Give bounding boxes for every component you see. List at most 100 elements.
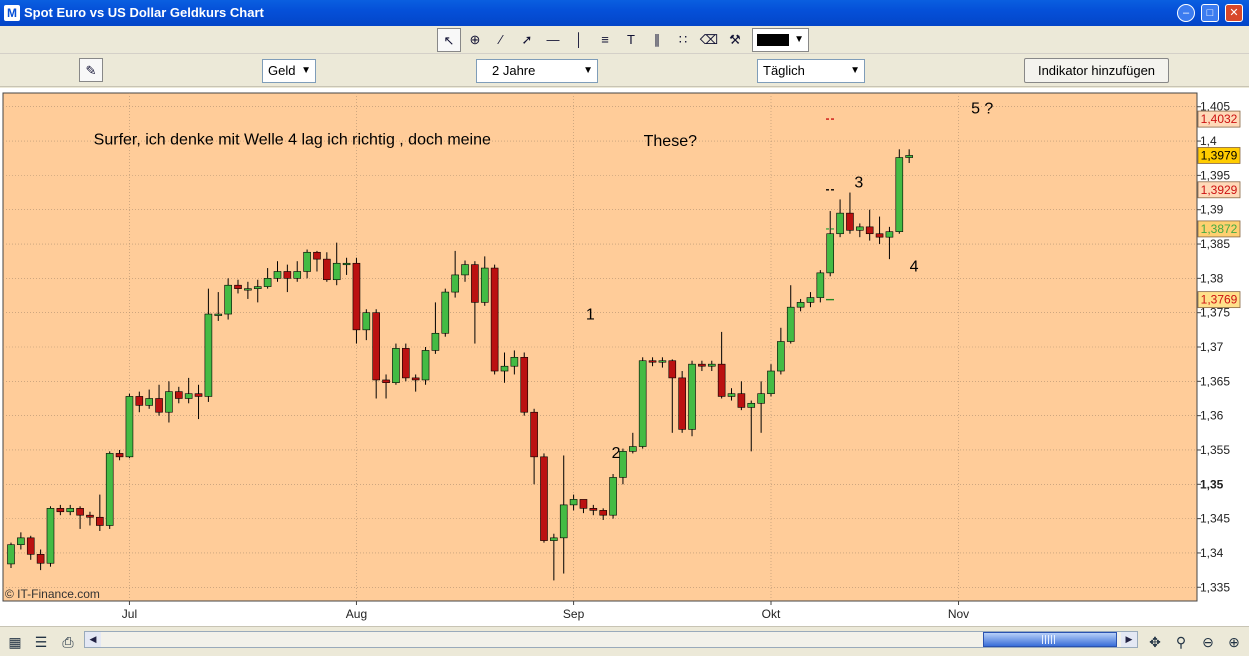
y-tick-label: 1,365: [1200, 374, 1230, 388]
candle-body: [767, 370, 775, 394]
candle-body: [323, 258, 331, 281]
x-tick-label: Okt: [762, 607, 781, 621]
candle-body: [619, 451, 627, 478]
tools-icon[interactable]: ⚒: [723, 28, 747, 52]
chart-controls-bar: ✎ Geld ▼ 2 Jahre ▼ Täglich ▼ Indikator h…: [0, 55, 1249, 87]
candle-body: [865, 226, 874, 235]
line-color-picker[interactable]: ▼: [752, 28, 809, 52]
candle-body: [411, 377, 420, 381]
candle-body: [569, 499, 578, 506]
zoom-in-icon[interactable]: ⊕: [1223, 631, 1245, 653]
window-title: Spot Euro vs US Dollar Geldkurs Chart: [24, 5, 264, 20]
watermark: © IT-Finance.com: [5, 587, 100, 601]
app-logo-icon: M: [4, 5, 20, 21]
interval-select[interactable]: Täglich ▼: [757, 59, 865, 83]
y-tick-label: 1,395: [1200, 168, 1230, 182]
scroll-right-icon[interactable]: ▶: [1121, 632, 1137, 647]
y-tick-label: 1,355: [1200, 443, 1230, 457]
candle-body: [579, 499, 588, 509]
line-icon[interactable]: ∕: [489, 28, 513, 52]
candle-body: [382, 379, 390, 383]
candle-body: [105, 453, 114, 526]
candle-body: [727, 393, 736, 397]
horizontal-line-icon[interactable]: —: [541, 28, 565, 52]
candle-body: [559, 504, 568, 539]
text-icon[interactable]: T: [619, 28, 643, 52]
parallel-lines-icon[interactable]: ∥: [645, 28, 669, 52]
maximize-icon[interactable]: □: [1201, 4, 1219, 22]
candle-body: [76, 508, 84, 516]
candle-body: [905, 155, 913, 158]
candle-body: [856, 226, 864, 231]
candle-body: [895, 157, 904, 232]
points-icon[interactable]: ∷: [671, 28, 695, 52]
candle-body: [36, 554, 45, 564]
candle-body: [372, 312, 380, 381]
candle-body: [836, 212, 844, 235]
vertical-line-icon[interactable]: │: [567, 28, 591, 52]
scroll-left-icon[interactable]: ◀: [85, 632, 101, 647]
drawing-toolbar: ↖ ⊕ ∕ ➚ — │ ≡ T ∥ ∷ ⌫ ⚒ ▼: [0, 26, 1249, 54]
pan-icon[interactable]: ✥: [1144, 631, 1166, 653]
candle-body: [589, 508, 598, 511]
candle-body: [490, 267, 499, 372]
candle-body: [86, 514, 94, 518]
chart-annotation: 4: [910, 258, 919, 275]
price-level-label: 1,3979: [1201, 148, 1238, 162]
candle-body: [96, 516, 104, 526]
minimize-icon[interactable]: –: [1177, 4, 1195, 22]
candle-body: [629, 446, 637, 452]
zoom-box-icon[interactable]: ⚲: [1170, 631, 1192, 653]
candle-body: [698, 363, 706, 367]
period-select[interactable]: 2 Jahre ▼: [476, 59, 598, 83]
candle-body: [214, 313, 223, 316]
chevron-down-icon: ▼: [850, 65, 860, 76]
candle-body: [46, 508, 55, 564]
candle-body: [273, 271, 282, 279]
candle-body: [510, 356, 519, 367]
y-tick-label: 1,345: [1200, 512, 1230, 526]
chart-type-icon[interactable]: ☰: [30, 631, 52, 653]
candle-body: [7, 544, 15, 565]
y-tick-label: 1,34: [1200, 546, 1224, 560]
candle-body: [263, 278, 272, 287]
candle-body: [658, 360, 667, 363]
candle-body: [885, 231, 894, 238]
fibonacci-icon[interactable]: ≡: [593, 28, 617, 52]
candle-body: [520, 356, 529, 413]
print-icon[interactable]: ⎙: [57, 631, 79, 653]
y-tick-label: 1,36: [1200, 409, 1224, 423]
candle-body: [451, 274, 459, 293]
y-tick-label: 1,4: [1200, 134, 1217, 148]
candle-body: [392, 348, 400, 383]
pointer-icon[interactable]: ↖: [437, 28, 461, 52]
time-scrollbar[interactable]: ◀ ▶: [84, 631, 1138, 648]
zoom-crosshair-icon[interactable]: ⊕: [463, 28, 487, 52]
color-swatch: [757, 34, 789, 46]
chart-style-icon[interactable]: ✎: [79, 58, 103, 82]
candle-body: [303, 251, 311, 272]
candle-body: [145, 398, 153, 406]
chart-annotation: These?: [644, 133, 697, 150]
scroll-thumb[interactable]: [983, 632, 1117, 647]
zoom-out-icon[interactable]: ⊖: [1197, 631, 1219, 653]
trash-icon[interactable]: ⌫: [697, 28, 721, 52]
candle-body: [135, 396, 144, 406]
candle-body: [332, 262, 341, 281]
price-type-select[interactable]: Geld ▼: [262, 59, 316, 83]
candle-body: [550, 537, 558, 541]
close-icon[interactable]: ✕: [1225, 4, 1243, 22]
chart-settings-icon[interactable]: ▦: [4, 631, 26, 653]
scroll-grip: [1042, 635, 1056, 644]
y-tick-label: 1,37: [1200, 340, 1224, 354]
candle-body: [500, 365, 509, 372]
candlestick-chart[interactable]: 1,4051,41,3951,391,3851,381,3751,371,365…: [0, 88, 1249, 626]
candle-body: [796, 302, 805, 308]
chart-panel[interactable]: 1,405 1,4 1,395 1,39 1,385 1,38 1,375 1,37 1,365…: [0, 88, 1249, 626]
candle-body: [115, 453, 124, 458]
add-indicator-button[interactable]: Indikator hinzufügen: [1024, 58, 1169, 83]
candle-body: [293, 271, 302, 279]
chevron-down-icon: ▼: [301, 65, 311, 76]
trendline-icon[interactable]: ➚: [515, 28, 539, 52]
price-type-value: Geld: [268, 63, 296, 78]
